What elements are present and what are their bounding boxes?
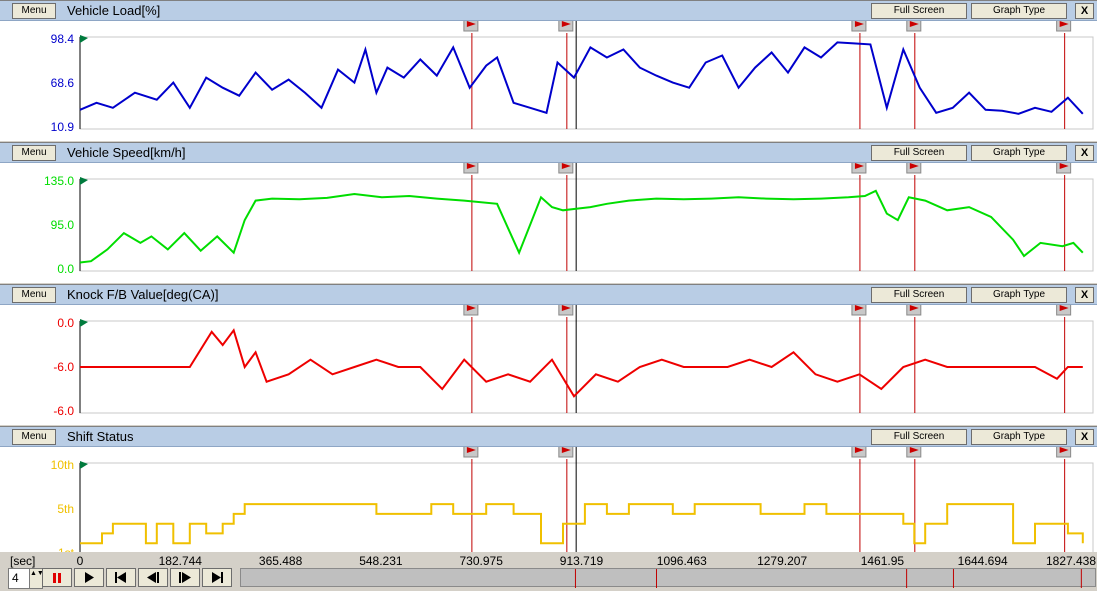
skip-start-button[interactable] xyxy=(106,568,136,587)
play-button[interactable] xyxy=(74,568,104,587)
full-screen-button[interactable]: Full Screen xyxy=(871,3,967,19)
close-button[interactable]: X xyxy=(1075,145,1094,161)
x-tick-label: 365.488 xyxy=(258,554,303,568)
y-tick-label: 95.0 xyxy=(51,218,75,232)
skip-end-button[interactable] xyxy=(202,568,232,587)
chart-plot[interactable]: 98.4 68.6 10.9 xyxy=(0,21,1097,141)
full-screen-button[interactable]: Full Screen xyxy=(871,145,967,161)
spinner-arrows-icon[interactable]: ▲▼ xyxy=(29,569,44,588)
pause-icon xyxy=(53,573,61,583)
y-tick-label: 68.6 xyxy=(51,76,75,90)
timeline-markers xyxy=(574,569,1082,588)
playback-area: [sec] 0 182.744 365.488 548.231 730.975 913.7… xyxy=(0,552,1097,590)
panel-title: Vehicle Load[%] xyxy=(67,3,161,18)
close-button[interactable]: X xyxy=(1075,429,1094,445)
plot-frame xyxy=(79,36,1094,130)
full-screen-button[interactable]: Full Screen xyxy=(871,287,967,303)
plot-frame xyxy=(79,320,1094,414)
step-forward-icon xyxy=(179,572,191,583)
graph-type-button[interactable]: Graph Type xyxy=(971,429,1067,445)
y-tick-label: -6.0 xyxy=(53,404,74,418)
close-button[interactable]: X xyxy=(1075,3,1094,19)
panel-header: Menu Vehicle Load[%] Full Screen Graph T… xyxy=(0,1,1097,21)
menu-button[interactable]: Menu xyxy=(12,287,56,303)
chart-plot[interactable]: 135.0 95.0 0.0 xyxy=(0,163,1097,283)
y-tick-label: 0.0 xyxy=(57,262,74,276)
time-unit-label: [sec] xyxy=(10,554,36,568)
graph-type-button[interactable]: Graph Type xyxy=(971,145,1067,161)
panel-vehicle-speed: Menu Vehicle Speed[km/h] Full Screen Gra… xyxy=(0,142,1097,283)
skip-start-icon xyxy=(115,572,126,583)
close-button[interactable]: X xyxy=(1075,287,1094,303)
y-tick-label: -6.0 xyxy=(53,360,74,374)
x-tick-label: 1461.95 xyxy=(860,554,905,568)
skip-end-icon xyxy=(212,572,223,583)
x-tick-label: 0 xyxy=(76,554,84,568)
chart-plot[interactable]: 0.0 -6.0 -6.0 xyxy=(0,305,1097,425)
y-tick-label: 10.9 xyxy=(51,120,75,134)
step-back-icon xyxy=(147,572,159,583)
x-tick-label: 1096.463 xyxy=(656,554,707,568)
x-tick-label: 1279.207 xyxy=(757,554,808,568)
step-back-button[interactable] xyxy=(138,568,168,587)
menu-button[interactable]: Menu xyxy=(12,3,56,19)
panel-knock-fb: Menu Knock F/B Value[deg(CA)] Full Scree… xyxy=(0,284,1097,425)
panel-title: Shift Status xyxy=(67,429,134,444)
plot-frame xyxy=(79,462,1094,556)
y-tick-label: 0.0 xyxy=(57,316,74,330)
x-tick-label: 913.719 xyxy=(559,554,604,568)
menu-button[interactable]: Menu xyxy=(12,145,56,161)
graph-type-button[interactable]: Graph Type xyxy=(971,3,1067,19)
panel-vehicle-load: Menu Vehicle Load[%] Full Screen Graph T… xyxy=(0,0,1097,141)
y-tick-label: 10th xyxy=(51,458,74,472)
step-spinner[interactable]: 4 ▲▼ xyxy=(8,568,44,589)
pause-button[interactable] xyxy=(42,568,72,587)
graph-type-button[interactable]: Graph Type xyxy=(971,287,1067,303)
panel-title: Vehicle Speed[km/h] xyxy=(67,145,186,160)
x-tick-label: 548.231 xyxy=(359,554,403,568)
y-tick-label: 5th xyxy=(57,502,74,516)
x-tick-label: 730.975 xyxy=(459,554,503,568)
plot-frame xyxy=(79,178,1094,272)
panel-header: Menu Knock F/B Value[deg(CA)] Full Scree… xyxy=(0,285,1097,305)
menu-button[interactable]: Menu xyxy=(12,429,56,445)
x-tick-label: 1827.438 xyxy=(1045,554,1097,568)
y-tick-label: 135.0 xyxy=(44,174,74,188)
x-tick-label: 182.744 xyxy=(158,554,202,568)
panel-shift-status: Menu Shift Status Full Screen Graph Type… xyxy=(0,426,1097,567)
panel-title: Knock F/B Value[deg(CA)] xyxy=(67,287,219,302)
play-icon xyxy=(85,572,94,583)
panel-header: Menu Shift Status Full Screen Graph Type… xyxy=(0,427,1097,447)
y-tick-label: 98.4 xyxy=(51,32,75,46)
step-value: 4 xyxy=(12,571,19,585)
step-forward-button[interactable] xyxy=(170,568,200,587)
chart-plot[interactable]: 10th5th1st xyxy=(0,447,1097,567)
x-tick-label: 1644.694 xyxy=(957,554,1008,568)
timeline-track[interactable] xyxy=(240,568,1096,588)
panel-header: Menu Vehicle Speed[km/h] Full Screen Gra… xyxy=(0,143,1097,163)
full-screen-button[interactable]: Full Screen xyxy=(871,429,967,445)
